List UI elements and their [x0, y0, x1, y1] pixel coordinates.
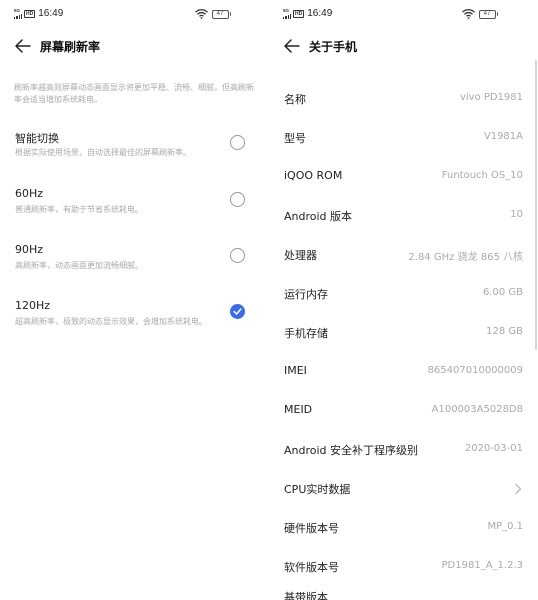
- refresh-rate-screen: 5G HD 16:49 47 屏幕刷新率 刷新率越高则屏幕动态画面显示将更加平稳…: [0, 0, 269, 600]
- option-description: 普通刷新率，有助于节省系统耗电。: [15, 205, 143, 214]
- info-row-processor[interactable]: 处理器 2.84 GHz 骁龙 865 八核: [269, 242, 538, 268]
- option-description: 根据实际使用场景，自动选择最佳的屏幕刷新率。: [15, 148, 191, 157]
- info-label: 处理器: [284, 249, 317, 262]
- option-title: 60Hz: [15, 187, 44, 200]
- wifi-icon: [461, 9, 475, 19]
- arrow-left-icon[interactable]: [14, 38, 32, 54]
- battery-level: 47: [478, 9, 496, 19]
- info-row-model[interactable]: 型号 V1981A: [269, 125, 538, 151]
- info-value: A100003A5028D8: [431, 404, 523, 415]
- info-label: MEID: [284, 403, 313, 416]
- signal-indicator: 5G: [14, 8, 22, 19]
- info-value: 2.84 GHz 骁龙 865 八核: [408, 252, 523, 263]
- battery-icon: 47: [211, 9, 231, 19]
- info-value: 10: [510, 209, 523, 220]
- arrow-left-icon[interactable]: [283, 38, 301, 54]
- header: 屏幕刷新率: [0, 34, 269, 58]
- info-row-software-version[interactable]: 软件版本号 PD1981_A_1.2.3: [269, 554, 538, 580]
- info-label: 硬件版本号: [284, 522, 339, 535]
- option-description: 高刷新率，动态画面更加流畅细腻。: [15, 261, 143, 270]
- info-value: Funtouch OS_10: [441, 170, 523, 181]
- radio-button[interactable]: [230, 192, 245, 207]
- info-label: CPU实时数据: [284, 483, 351, 496]
- info-label: iQOO ROM: [284, 169, 343, 182]
- info-label: 基带版本: [284, 591, 328, 600]
- info-value: PD1981_A_1.2.3: [441, 560, 523, 571]
- info-row-hardware-version[interactable]: 硬件版本号 MP_0.1: [269, 515, 538, 541]
- info-label: Android 版本: [284, 210, 353, 223]
- info-label: Android 安全补丁程序级别: [284, 444, 419, 457]
- option-title: 90Hz: [15, 243, 44, 256]
- info-row-storage[interactable]: 手机存储 128 GB: [269, 320, 538, 346]
- radio-button[interactable]: [230, 135, 245, 150]
- signal-icon: [14, 13, 22, 19]
- info-value: 6.00 GB: [482, 287, 523, 298]
- info-value: 865407010000009: [427, 365, 523, 376]
- info-row-name[interactable]: 名称 vivo PD1981: [269, 86, 538, 112]
- info-label: IMEI: [284, 364, 307, 377]
- info-row-baseband[interactable]: 基带版本: [269, 589, 538, 600]
- clock: 16:49: [307, 8, 333, 19]
- option-120hz[interactable]: 120Hz 超高刷新率，极致的动态显示效果，会增加系统耗电。: [0, 299, 269, 351]
- status-bar: 5G HD 16:49 47: [0, 0, 269, 30]
- info-label: 运行内存: [284, 288, 328, 301]
- refresh-rate-description: 刷新率越高则屏幕动态画面显示将更加平稳、流畅、细腻，但高刷新率会适当增加系统耗电…: [14, 83, 254, 104]
- status-right: 47: [194, 9, 231, 19]
- info-row-android-version[interactable]: Android 版本 10: [269, 203, 538, 229]
- about-phone-screen: 5G HD 16:49 47 关于手机 名称 vivo PD1981 型号 V1…: [269, 0, 538, 600]
- info-row-imei[interactable]: IMEI 865407010000009: [269, 359, 538, 385]
- option-60hz[interactable]: 60Hz 普通刷新率，有助于节省系统耗电。: [0, 187, 269, 239]
- info-label: 软件版本号: [284, 561, 339, 574]
- radio-button-selected[interactable]: [230, 304, 245, 319]
- status-right: 47: [461, 9, 498, 19]
- info-row-security-patch[interactable]: Android 安全补丁程序级别 2020-03-01: [269, 437, 538, 463]
- signal-indicator: 5G: [283, 8, 291, 19]
- info-label: 型号: [284, 132, 306, 145]
- status-left: 5G HD 16:49: [14, 8, 63, 19]
- info-value: MP_0.1: [487, 521, 523, 532]
- status-left: 5G HD 16:49: [283, 8, 332, 19]
- info-value: 128 GB: [486, 326, 523, 337]
- signal-icon: [283, 13, 291, 19]
- info-value: 2020-03-01: [464, 443, 523, 454]
- info-label: 手机存储: [284, 327, 328, 340]
- info-row-cpu-realtime[interactable]: CPU实时数据: [269, 476, 538, 502]
- scrollbar[interactable]: [535, 60, 537, 350]
- check-icon: [233, 308, 242, 315]
- info-value: vivo PD1981: [459, 92, 523, 103]
- chevron-right-icon: [515, 483, 522, 495]
- wifi-icon: [194, 9, 208, 19]
- info-row-rom[interactable]: iQOO ROM Funtouch OS_10: [269, 164, 538, 190]
- header: 关于手机: [269, 34, 538, 58]
- page-title: 关于手机: [309, 40, 358, 54]
- battery-icon: 47: [478, 9, 498, 19]
- radio-button[interactable]: [230, 248, 245, 263]
- option-description: 超高刷新率，极致的动态显示效果，会增加系统耗电。: [15, 317, 207, 326]
- clock: 16:49: [38, 8, 64, 19]
- info-row-meid[interactable]: MEID A100003A5028D8: [269, 398, 538, 424]
- status-bar: 5G HD 16:49 47: [269, 0, 538, 30]
- hd-badge: HD: [293, 9, 305, 18]
- option-title: 120Hz: [15, 299, 51, 312]
- option-90hz[interactable]: 90Hz 高刷新率，动态画面更加流畅细腻。: [0, 243, 269, 295]
- info-label: 名称: [284, 93, 306, 106]
- info-value: V1981A: [483, 131, 523, 142]
- option-title: 智能切换: [15, 132, 59, 145]
- info-row-ram[interactable]: 运行内存 6.00 GB: [269, 281, 538, 307]
- battery-level: 47: [211, 9, 229, 19]
- hd-badge: HD: [24, 9, 36, 18]
- option-smart-switch[interactable]: 智能切换 根据实际使用场景，自动选择最佳的屏幕刷新率。: [0, 130, 269, 182]
- page-title: 屏幕刷新率: [40, 40, 101, 54]
